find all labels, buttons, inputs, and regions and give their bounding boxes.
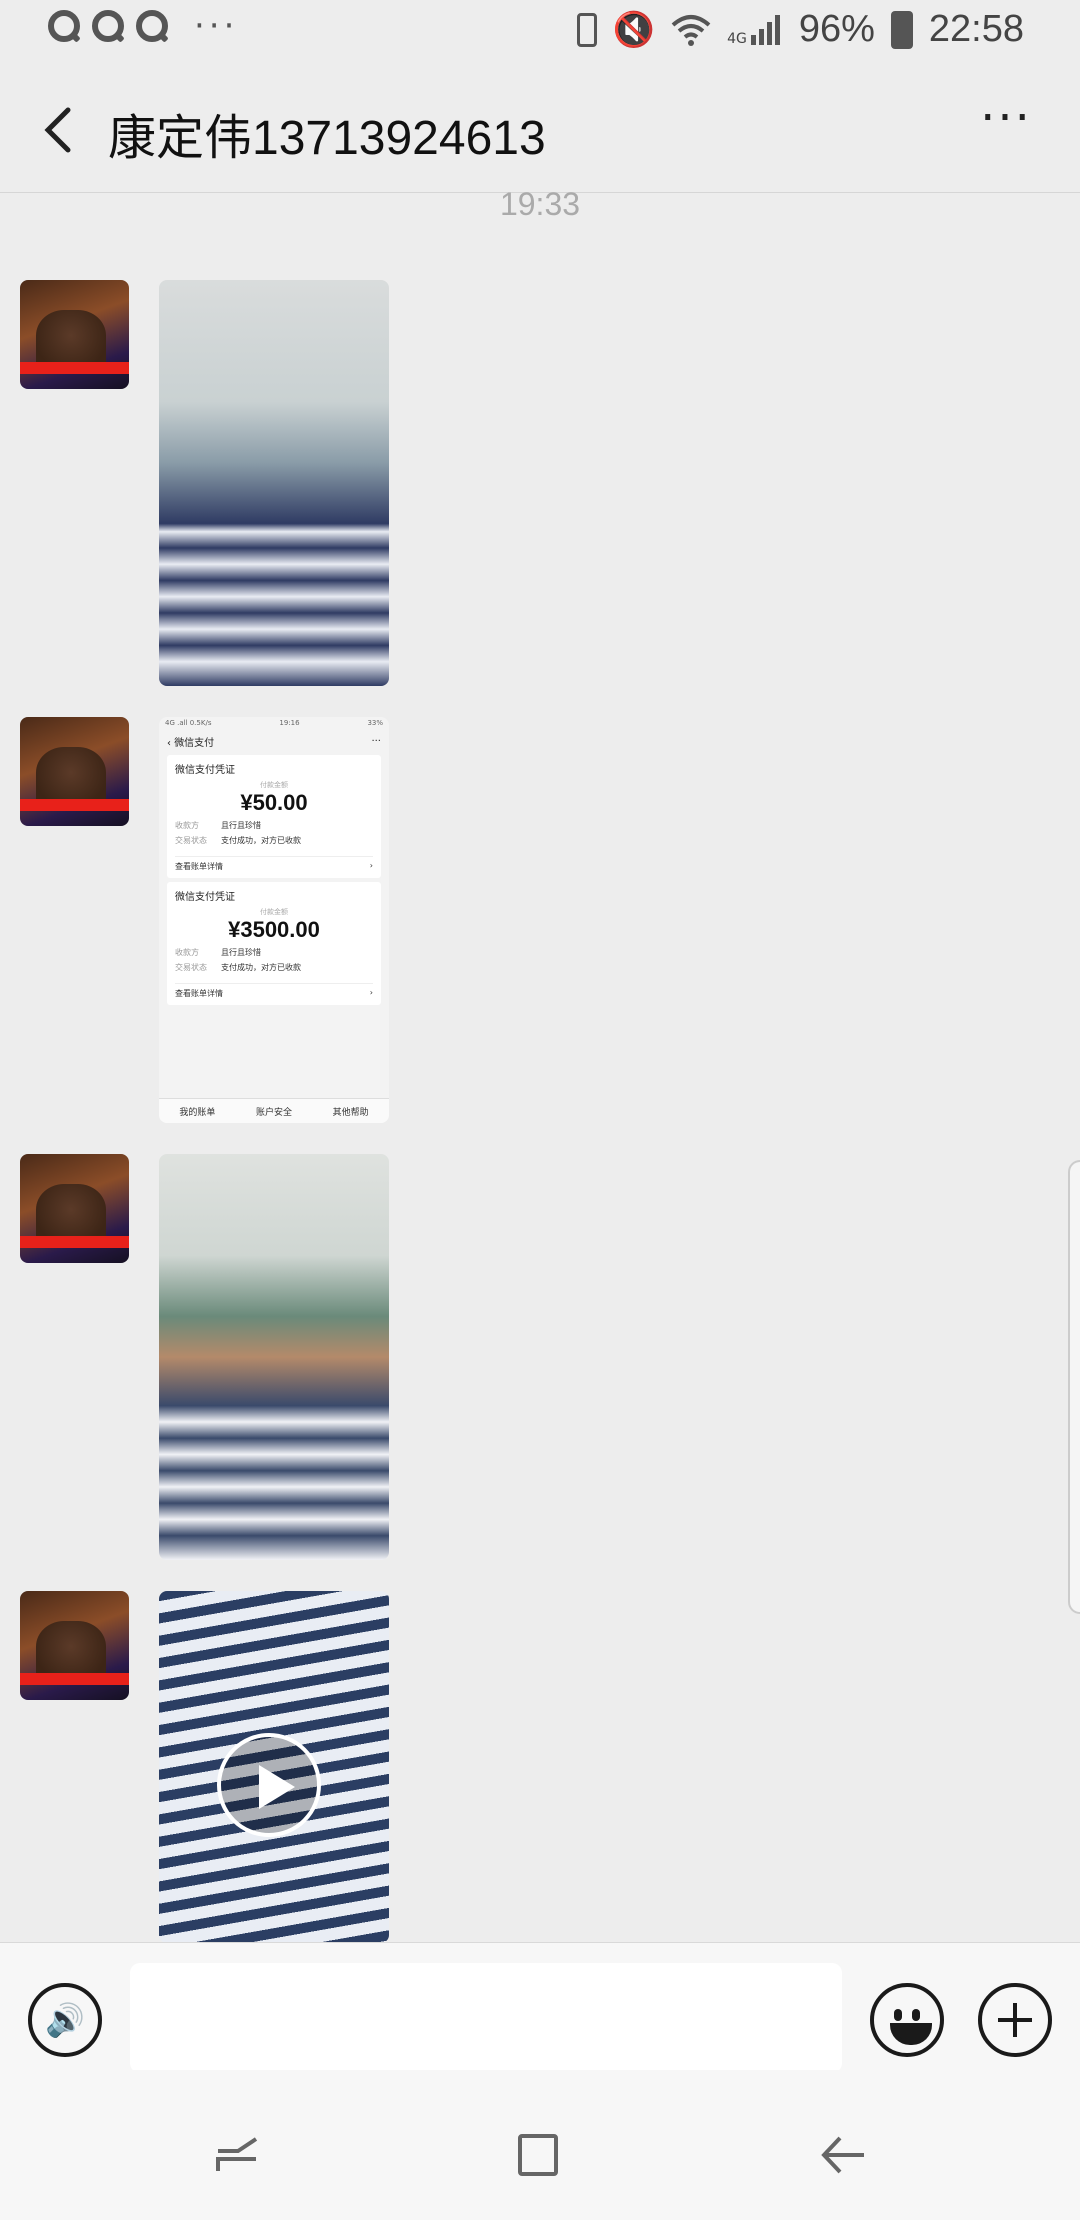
back-button[interactable] [30,100,90,160]
input-bar: 🔊 [0,1942,1080,2073]
payee: 且行且珍惜 [221,948,261,957]
payee-label: 收款方 [175,821,199,830]
amount: ¥3500.00 [228,917,320,942]
image-message[interactable] [159,280,389,686]
qq-notification-icon [48,10,80,42]
amount-label: 付款金额 [260,908,288,916]
screenshot-title-wrap: ‹ 微信支付 [167,737,215,749]
amount-label: 付款金额 [260,781,288,789]
payment-card: 微信支付凭证 付款金额 ¥3500.00 收款方 且行且珍惜 交易状态 支付成功，对… [167,882,381,1005]
amount: ¥50.00 [240,790,308,815]
recent-apps-icon[interactable] [214,2135,260,2175]
state: 支付成功，对方已收款 [221,963,301,972]
battery-percent: 96% [798,8,875,50]
payee-row: 收款方 且行且珍惜 [175,820,373,831]
image-message[interactable] [159,1154,389,1560]
state: 支付成功，对方已收款 [221,836,301,845]
chevron-left-icon [44,107,71,153]
screenshot-status-right: 33% [367,719,383,727]
home-button-icon[interactable] [518,2134,558,2176]
system-nav-bar [0,2070,1080,2220]
ellipsis-icon: ··· [980,90,1032,146]
voice-input-button[interactable]: 🔊 [28,1983,102,2057]
screenshot-status-time: 19:16 [279,719,300,727]
chat-header: 康定伟13713924613 ··· [0,64,1080,193]
card-title: 微信支付凭证 [175,765,235,776]
avatar[interactable] [20,1154,129,1263]
payment-card: 微信支付凭证 付款金额 ¥50.00 收款方 且行且珍惜 交易状态 支付成功，对方已… [167,755,381,878]
state-label: 交易状态 [175,836,207,845]
detail-row: 查看账单详情 › [175,983,373,999]
message-row: 4G .all 0.5K/s 19:16 33% ‹ 微信支付 ··· 微信支付… [20,717,389,1123]
payee: 且行且珍惜 [221,821,261,830]
ellipsis-icon: ··· [371,735,381,747]
qq-notification-icon [136,10,168,42]
message-input[interactable] [130,1963,842,2073]
system-indicators: 🔇 4G 96% 22:58 [576,8,1024,51]
play-icon[interactable] [217,1733,321,1837]
battery-saver-icon [576,12,597,47]
state-row: 交易状态 支付成功，对方已收款 [175,835,373,846]
image-message-payment[interactable]: 4G .all 0.5K/s 19:16 33% ‹ 微信支付 ··· 微信支付… [159,717,389,1123]
more-functions-button[interactable] [978,1983,1052,2057]
back-arrow-icon[interactable] [818,2130,868,2180]
page-title: 康定伟13713924613 [108,112,546,165]
emoji-button[interactable] [870,1983,944,2057]
screenshot-header: ‹ 微信支付 ··· [159,731,389,751]
footer-item: 其他帮助 [332,1107,369,1118]
footer-item: 账户安全 [255,1107,292,1118]
screenshot-title: 微信支付 [174,737,215,749]
card-title: 微信支付凭证 [175,892,235,903]
screenshot-status-bar: 4G .all 0.5K/s 19:16 33% [159,717,389,731]
detail-link: 查看账单详情 [175,862,223,871]
status-bar: ··· 🔇 4G 96% 22:58 [0,0,1080,64]
battery-icon [890,10,913,49]
edge-panel-handle[interactable] [1068,1160,1080,1614]
qq-notification-icon [92,10,124,42]
detail-link: 查看账单详情 [175,989,223,998]
avatar[interactable] [20,717,129,826]
mute-icon: 🔇 [612,9,656,50]
state-label: 交易状态 [175,963,207,972]
wifi-icon [671,13,711,47]
clock: 22:58 [928,8,1024,50]
smiley-icon [890,2023,932,2045]
payee-label: 收款方 [175,948,199,957]
footer-item: 我的账单 [179,1107,216,1118]
chevron-right-icon: › [369,861,373,870]
voice-icon: 🔊 [45,2001,85,2039]
notification-icons: ··· [48,6,239,46]
state-row: 交易状态 支付成功，对方已收款 [175,962,373,973]
signal-icon: 4G [727,13,783,47]
chevron-right-icon: › [369,988,373,997]
screenshot-status-left: 4G .all 0.5K/s [165,719,212,727]
avatar[interactable] [20,1591,129,1700]
message-timestamp: 19:33 [499,186,581,222]
avatar[interactable] [20,280,129,389]
video-message[interactable] [159,1591,389,1943]
more-options-button[interactable]: ··· [976,94,1036,158]
screenshot-footer: 我的账单 账户安全 其他帮助 [159,1098,389,1123]
network-type-label: 4G [727,30,747,47]
detail-row: 查看账单详情 › [175,856,373,872]
payee-row: 收款方 且行且珍惜 [175,947,373,958]
more-notifications-icon: ··· [194,6,239,46]
